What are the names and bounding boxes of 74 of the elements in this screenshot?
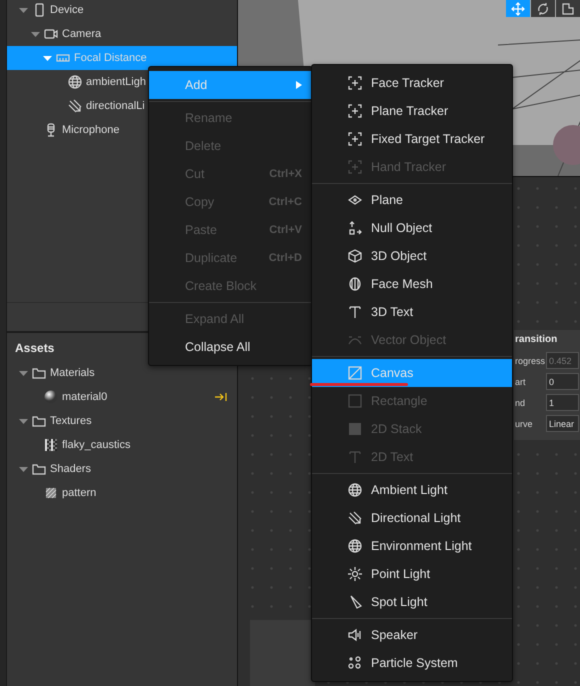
diagonal-arrows-icon	[68, 99, 82, 113]
target-frame-icon	[348, 104, 362, 118]
menu-item[interactable]: Ambient Light	[312, 476, 512, 504]
folder-icon	[32, 462, 46, 476]
folder-icon	[32, 366, 46, 380]
menu-item[interactable]: 3D Object	[312, 242, 512, 270]
menu-item[interactable]: 3D Text	[312, 298, 512, 326]
link-arrow-icon[interactable]	[215, 392, 227, 402]
globe-icon	[348, 539, 362, 553]
menu-item[interactable]: Directional Light	[312, 504, 512, 532]
asset-item[interactable]: material0	[7, 385, 237, 409]
expand-caret-icon[interactable]	[43, 54, 52, 62]
expand-caret-icon[interactable]	[19, 6, 28, 14]
text-icon	[348, 305, 362, 319]
asset-item[interactable]: Shaders	[7, 457, 237, 481]
rectangle-icon	[348, 394, 362, 408]
globe-icon	[68, 75, 82, 89]
menu-item[interactable]: Spot Light	[312, 588, 512, 616]
menu-item[interactable]: Collapse All	[149, 333, 312, 361]
hatched-square-icon	[44, 486, 58, 500]
menu-item[interactable]: Plane Tracker	[312, 97, 512, 125]
expand-caret-icon[interactable]	[19, 416, 28, 426]
tool-button[interactable]	[556, 0, 580, 17]
text-icon	[348, 450, 362, 464]
tree-item[interactable]: Camera	[7, 22, 237, 46]
menu-item[interactable]: Particle System	[312, 649, 512, 677]
property-label: urve	[515, 418, 534, 428]
expand-caret-icon[interactable]	[19, 464, 28, 474]
tool-button[interactable]	[531, 0, 555, 17]
expand-caret-icon[interactable]	[31, 30, 40, 38]
plane-icon	[348, 193, 362, 207]
folder-icon	[32, 414, 46, 428]
speaker-icon	[348, 628, 362, 642]
asset-item[interactable]: flaky_caustics	[7, 433, 237, 457]
menu-item[interactable]: Face Mesh	[312, 270, 512, 298]
property-field[interactable]: 1	[546, 394, 579, 411]
scale-icon	[561, 2, 575, 16]
face-mesh-icon	[348, 277, 362, 291]
menu-item[interactable]: Fixed Target Tracker	[312, 125, 512, 153]
asset-item[interactable]: Textures	[7, 409, 237, 433]
axes-icon	[348, 221, 362, 235]
tree-item[interactable]: Device	[7, 0, 237, 22]
menu-item[interactable]: Face Tracker	[312, 69, 512, 97]
expand-caret-icon[interactable]	[19, 368, 28, 378]
panel-title: Assets	[15, 341, 54, 355]
sun-icon	[348, 567, 362, 581]
property-field[interactable]: Linear	[546, 415, 579, 432]
menu-item[interactable]: Plane	[312, 186, 512, 214]
panel-title: ransition	[515, 334, 558, 347]
spotlight-icon	[348, 595, 362, 609]
canvas-icon	[348, 366, 362, 380]
node-card[interactable]	[250, 620, 315, 686]
menu-item[interactable]: Point Light	[312, 560, 512, 588]
target-frame-icon	[348, 76, 362, 90]
menu-item[interactable]: Environment Light	[312, 532, 512, 560]
property-label: nd	[515, 398, 526, 408]
property-field[interactable]: 0	[546, 373, 579, 390]
menu-item[interactable]: Null Object	[312, 214, 512, 242]
property-label: art	[515, 376, 527, 386]
asset-item[interactable]: pattern	[7, 481, 237, 505]
property-label: rogress	[515, 356, 545, 366]
noise-texture-icon	[44, 438, 58, 452]
target-frame-icon	[348, 160, 362, 174]
camera-icon	[44, 27, 58, 41]
cube-icon	[348, 249, 362, 263]
stack-icon	[348, 422, 362, 436]
particles-icon	[348, 656, 362, 670]
rotate-icon	[536, 2, 550, 16]
target-frame-icon	[348, 132, 362, 146]
asset-item[interactable]: Materials	[7, 361, 237, 385]
move-icon	[511, 2, 525, 16]
diagonal-arrows-icon	[348, 511, 362, 525]
globe-icon	[348, 483, 362, 497]
menu-item[interactable]: Speaker	[312, 621, 512, 649]
